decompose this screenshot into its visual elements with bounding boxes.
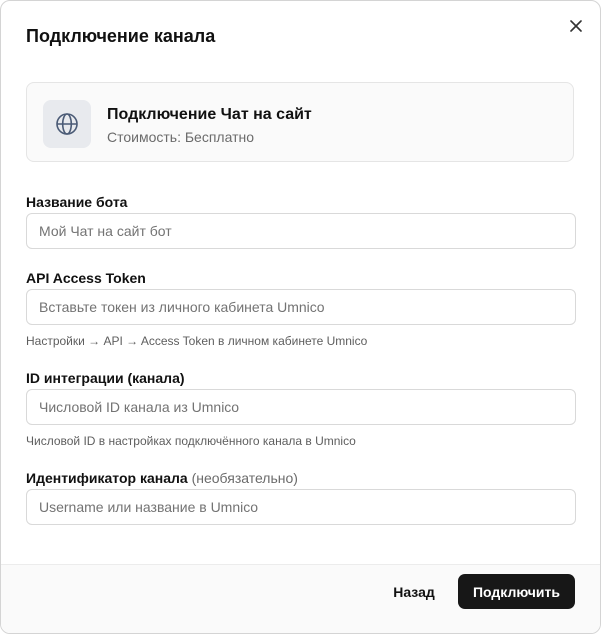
channel-name: Подключение Чат на сайт	[107, 106, 312, 123]
api-token-label: API Access Token	[26, 270, 146, 286]
channel-info-card: Подключение Чат на сайт Стоимость: Беспл…	[26, 82, 574, 162]
channel-identifier-label: Идентификатор канала (необязательно)	[26, 469, 298, 487]
globe-icon	[56, 113, 78, 135]
close-button[interactable]	[567, 17, 585, 35]
connect-channel-dialog: Подключение канала Подключение Чат на са…	[0, 0, 601, 634]
channel-identifier-label-text: Идентификатор канала	[26, 470, 188, 486]
integration-id-label: ID интеграции (канала)	[26, 370, 185, 386]
optional-marker: (необязательно)	[191, 470, 298, 486]
integration-id-hint: Числовой ID в настройках подключённого к…	[26, 434, 356, 448]
api-token-input[interactable]	[26, 289, 576, 325]
close-icon	[570, 20, 582, 32]
channel-cost: Стоимость: Бесплатно	[107, 129, 254, 145]
dialog-footer: Назад Подключить	[1, 564, 600, 633]
connect-button[interactable]: Подключить	[458, 574, 575, 609]
channel-icon-container	[43, 100, 91, 148]
dialog-title: Подключение канала	[26, 26, 216, 46]
back-button[interactable]: Назад	[381, 575, 447, 609]
channel-identifier-input[interactable]	[26, 489, 576, 525]
bot-name-label: Название бота	[26, 194, 128, 210]
integration-id-input[interactable]	[26, 389, 576, 425]
bot-name-input[interactable]	[26, 213, 576, 249]
api-token-hint: Настройки → API → Access Token в личном …	[26, 334, 368, 348]
